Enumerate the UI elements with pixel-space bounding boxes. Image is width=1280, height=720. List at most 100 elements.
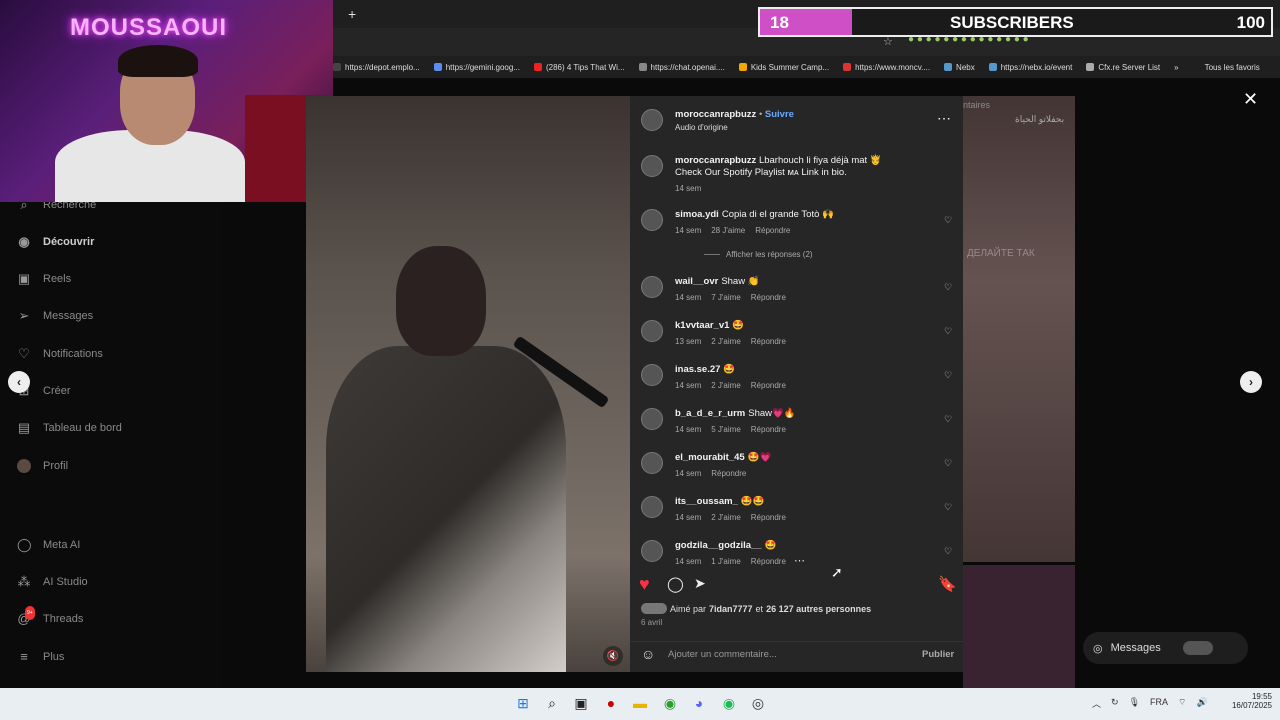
liked-count[interactable]: 26 127 autres personnes <box>766 604 871 614</box>
new-tab-button[interactable]: + <box>348 6 356 22</box>
comment-username[interactable]: godzila__godzila__ <box>675 540 762 551</box>
reel-video[interactable] <box>306 96 630 672</box>
comment-likes[interactable]: 7 J'aime <box>711 293 741 302</box>
comment-likes[interactable]: 2 J'aime <box>711 337 741 346</box>
bookmark-item[interactable]: https://chat.openai.... <box>638 63 725 72</box>
sidebar-item-profil[interactable]: Profil <box>17 459 68 473</box>
tray-language[interactable]: FRA <box>1150 697 1168 710</box>
chrome-icon[interactable]: ◉ <box>661 694 679 712</box>
bookmark-item[interactable]: Nebx <box>944 63 975 72</box>
sidebar-item-plus[interactable]: ≡ Plus <box>17 650 64 664</box>
like-heart-icon[interactable]: ♥ <box>639 574 650 595</box>
comment-like-heart-icon[interactable]: ♡ <box>944 546 952 557</box>
comment-avatar[interactable] <box>641 496 663 518</box>
comment-like-heart-icon[interactable]: ♡ <box>944 215 952 226</box>
save-bookmark-icon[interactable]: 🔖 <box>938 575 957 593</box>
tray-wifi-icon[interactable]: ⌔ <box>1178 697 1186 710</box>
comment-like-heart-icon[interactable]: ♡ <box>944 414 952 425</box>
more-options-icon[interactable]: ⋯ <box>937 110 951 127</box>
comment-more-icon[interactable]: ⋯ <box>794 554 805 567</box>
comment-reply[interactable]: Répondre <box>751 513 786 522</box>
taskbar-search-icon[interactable]: ⌕ <box>543 694 561 712</box>
mute-icon[interactable]: 🔇 <box>603 646 623 666</box>
comment-reply[interactable]: Répondre <box>751 425 786 434</box>
comment-avatar[interactable] <box>641 364 663 386</box>
background-post-thumbnail[interactable] <box>963 96 1075 562</box>
liked-user[interactable]: 7idan7777 <box>709 604 753 614</box>
discord-icon[interactable]: ◕ <box>690 694 708 712</box>
messages-pill[interactable]: ◎ Messages <box>1083 632 1248 664</box>
comment-like-heart-icon[interactable]: ♡ <box>944 458 952 469</box>
sidebar-item-ai-studio[interactable]: ⁂ AI Studio <box>17 575 88 589</box>
comment-avatar[interactable] <box>641 408 663 430</box>
background-post-thumbnail-2[interactable] <box>963 565 1075 688</box>
more-bookmarks-button[interactable]: » <box>1174 63 1178 72</box>
bookmark-item[interactable]: Cfx.re Server List <box>1086 63 1160 72</box>
comment-like-heart-icon[interactable]: ♡ <box>944 502 952 513</box>
bookmark-item[interactable]: (286) 4 Tips That Wi... <box>533 63 625 72</box>
caption-username[interactable]: moroccanrapbuzz <box>675 155 756 166</box>
audio-origin[interactable]: Audio d'origine <box>675 123 728 132</box>
sidebar-item-notifications[interactable]: ♡ Notifications <box>17 347 103 361</box>
show-replies-link[interactable]: Afficher les réponses (2) <box>704 250 813 259</box>
comment-username[interactable]: el_mourabit_45 <box>675 452 745 463</box>
comment-icon[interactable]: ◯ <box>667 575 684 593</box>
comment-username[interactable]: b_a_d_e_r_urm <box>675 408 745 419</box>
comment-likes[interactable]: 2 J'aime <box>711 513 741 522</box>
sidebar-item-decouvrir[interactable]: ◉ Découvrir <box>17 235 94 249</box>
comment-likes[interactable]: 2 J'aime <box>711 381 741 390</box>
sidebar-item-threads[interactable]: @9+ Threads <box>17 606 83 626</box>
comment-avatar[interactable] <box>641 209 663 231</box>
taskbar-clock[interactable]: 19:55 16/07/2025 <box>1224 692 1272 710</box>
comment-reply[interactable]: Répondre <box>751 557 786 566</box>
sidebar-item-reels[interactable]: ▣ Reels <box>17 272 71 286</box>
bookmark-item[interactable]: Kids Summer Camp... <box>738 63 829 72</box>
all-favorites-folder[interactable]: Tous les favoris <box>1205 63 1260 72</box>
caption-avatar[interactable] <box>641 155 663 177</box>
tray-mic-icon[interactable]: 🎙 <box>1129 697 1140 710</box>
taskbar-app-icon[interactable]: ● <box>602 694 620 712</box>
bookmark-item[interactable]: https://depot.emplo... <box>333 63 420 72</box>
comment-avatar[interactable] <box>641 320 663 342</box>
previous-post-arrow-icon[interactable]: ‹ <box>8 371 30 393</box>
comment-avatar[interactable] <box>641 452 663 474</box>
obs-icon[interactable]: ◎ <box>749 694 767 712</box>
comment-like-heart-icon[interactable]: ♡ <box>944 370 952 381</box>
sidebar-item-messages[interactable]: ➢ Messages <box>17 309 94 323</box>
sidebar-item-tableau-de-bord[interactable]: ▤ Tableau de bord <box>17 421 122 435</box>
next-post-arrow-icon[interactable]: › <box>1240 371 1262 393</box>
comment-username[interactable]: inas.se.27 <box>675 364 720 375</box>
comment-like-heart-icon[interactable]: ♡ <box>944 326 952 337</box>
comment-likes[interactable]: 1 J'aime <box>711 557 741 566</box>
poster-username[interactable]: moroccanrapbuzz <box>675 109 756 120</box>
comment-likes[interactable]: 5 J'aime <box>711 425 741 434</box>
bookmark-item[interactable]: https://gemini.goog... <box>433 63 520 72</box>
comment-username[interactable]: wail__ovr <box>675 276 718 287</box>
comment-reply[interactable]: Répondre <box>711 469 746 478</box>
sidebar-item-meta-ai[interactable]: ◯ Meta AI <box>17 538 80 552</box>
comment-input[interactable]: Ajouter un commentaire... <box>668 649 777 660</box>
bookmark-item[interactable]: https://www.moncv.... <box>843 63 930 72</box>
comment-reply[interactable]: Répondre <box>751 293 786 302</box>
bookmark-item[interactable]: https://nebx.io/event <box>988 63 1072 72</box>
comment-reply[interactable]: Répondre <box>755 226 790 235</box>
comment-username[interactable]: simoa.ydi <box>675 209 719 220</box>
comment-reply[interactable]: Répondre <box>751 381 786 390</box>
poster-avatar[interactable] <box>641 109 663 131</box>
comment-likes[interactable]: 28 J'aime <box>711 226 745 235</box>
comment-like-heart-icon[interactable]: ♡ <box>944 282 952 293</box>
tray-volume-icon[interactable]: 🔊 <box>1196 697 1207 710</box>
close-icon[interactable]: ✕ <box>1243 89 1258 110</box>
comment-username[interactable]: its__oussam_ <box>675 496 738 507</box>
comment-reply[interactable]: Répondre <box>751 337 786 346</box>
spotify-icon[interactable]: ◉ <box>720 694 738 712</box>
publish-button[interactable]: Publier <box>922 649 954 660</box>
comment-username[interactable]: k1vvtaar_v1 <box>675 320 729 331</box>
task-view-icon[interactable]: ▣ <box>572 694 590 712</box>
share-icon[interactable]: ➤ <box>694 575 706 592</box>
emoji-icon[interactable]: ☺ <box>641 646 655 662</box>
comment-avatar[interactable] <box>641 276 663 298</box>
tray-sync-icon[interactable]: ↻ <box>1111 697 1119 710</box>
comment-avatar[interactable] <box>641 540 663 562</box>
tray-chevron-icon[interactable]: ︿ <box>1092 697 1101 710</box>
